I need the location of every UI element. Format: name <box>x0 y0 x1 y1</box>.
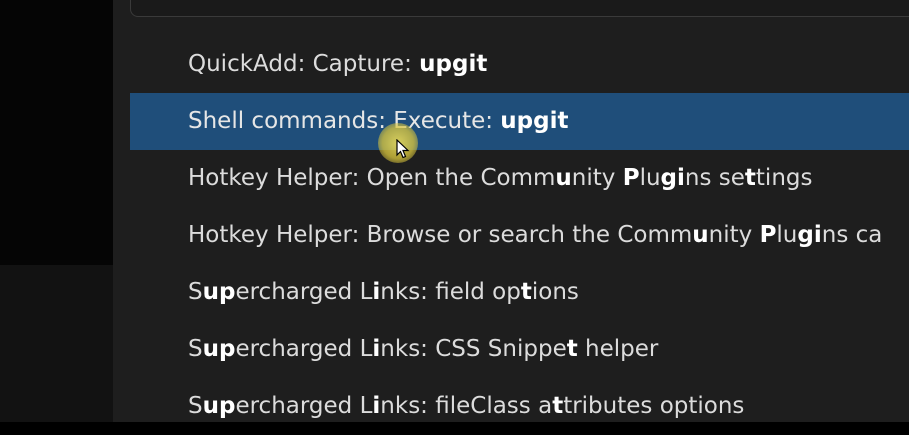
suggestion-match-text: gi <box>797 222 822 248</box>
suggestion-text: ns ca <box>821 222 883 248</box>
suggestion-match-text: up <box>202 393 236 419</box>
suggestion-text: S <box>188 393 203 419</box>
suggestion-text: ercharged L <box>235 336 373 362</box>
command-search-input[interactable] <box>130 0 909 17</box>
suggestion-item[interactable]: Supercharged Links: field options <box>130 264 909 321</box>
suggestion-text: tributes options <box>563 393 745 419</box>
suggestion-item[interactable]: QuickAdd: Capture: upgit <box>130 36 909 93</box>
suggestion-match-text: gi <box>660 165 685 191</box>
suggestion-text: Hotkey Helper: Browse or search the Comm <box>188 222 693 248</box>
suggestion-text: Hotkey Helper: Open the Comm <box>188 165 556 191</box>
left-sidebar-upper <box>0 0 113 265</box>
suggestion-text: ns se <box>684 165 745 191</box>
suggestion-text: nks: field op <box>380 279 521 305</box>
suggestion-text: lu <box>639 165 661 191</box>
suggestion-item[interactable]: Hotkey Helper: Open the Community Plugin… <box>130 150 909 207</box>
suggestion-match-text: upgit <box>500 108 569 134</box>
suggestion-match-text: up <box>202 336 236 362</box>
suggestion-text: ercharged L <box>235 279 373 305</box>
suggestion-text: ions <box>531 279 579 305</box>
suggestion-list: QuickAdd: Capture: upgit Shell commands: … <box>130 36 909 435</box>
suggestion-text: lu <box>776 222 798 248</box>
suggestion-match-text: P <box>759 222 777 248</box>
command-palette: QuickAdd: Capture: upgit Shell commands: … <box>113 0 909 422</box>
left-sidebar <box>0 0 113 422</box>
suggestion-text: S <box>188 336 203 362</box>
suggestion-text: nks: fileClass a <box>380 393 553 419</box>
suggestion-match-text: u <box>692 222 709 248</box>
suggestion-item[interactable]: Supercharged Links: fileClass attributes… <box>130 378 909 435</box>
suggestion-item[interactable]: Hotkey Helper: Browse or search the Comm… <box>130 207 909 264</box>
suggestion-text: ercharged L <box>235 393 373 419</box>
suggestion-text: Shell commands: Execute: <box>188 108 501 134</box>
suggestion-text: tings <box>755 165 813 191</box>
suggestion-item[interactable]: Supercharged Links: CSS Snippet helper <box>130 321 909 378</box>
suggestion-match-text: t <box>744 165 756 191</box>
suggestion-text: helper <box>577 336 659 362</box>
suggestion-match-text: u <box>555 165 572 191</box>
suggestion-item[interactable]: Shell commands: Execute: upgit <box>130 93 909 150</box>
suggestion-text: nks: CSS Snippe <box>380 336 567 362</box>
suggestion-match-text: t <box>566 336 578 362</box>
suggestion-match-text: upgit <box>419 51 488 77</box>
suggestion-match-text: t <box>520 279 532 305</box>
suggestion-text: nity <box>571 165 623 191</box>
suggestion-match-text: up <box>202 279 236 305</box>
suggestion-text: QuickAdd: Capture: <box>188 51 420 77</box>
suggestion-match-text: t <box>552 393 564 419</box>
suggestion-match-text: P <box>622 165 640 191</box>
left-sidebar-lower <box>0 265 113 422</box>
suggestion-text: nity <box>708 222 760 248</box>
suggestion-text: S <box>188 279 203 305</box>
